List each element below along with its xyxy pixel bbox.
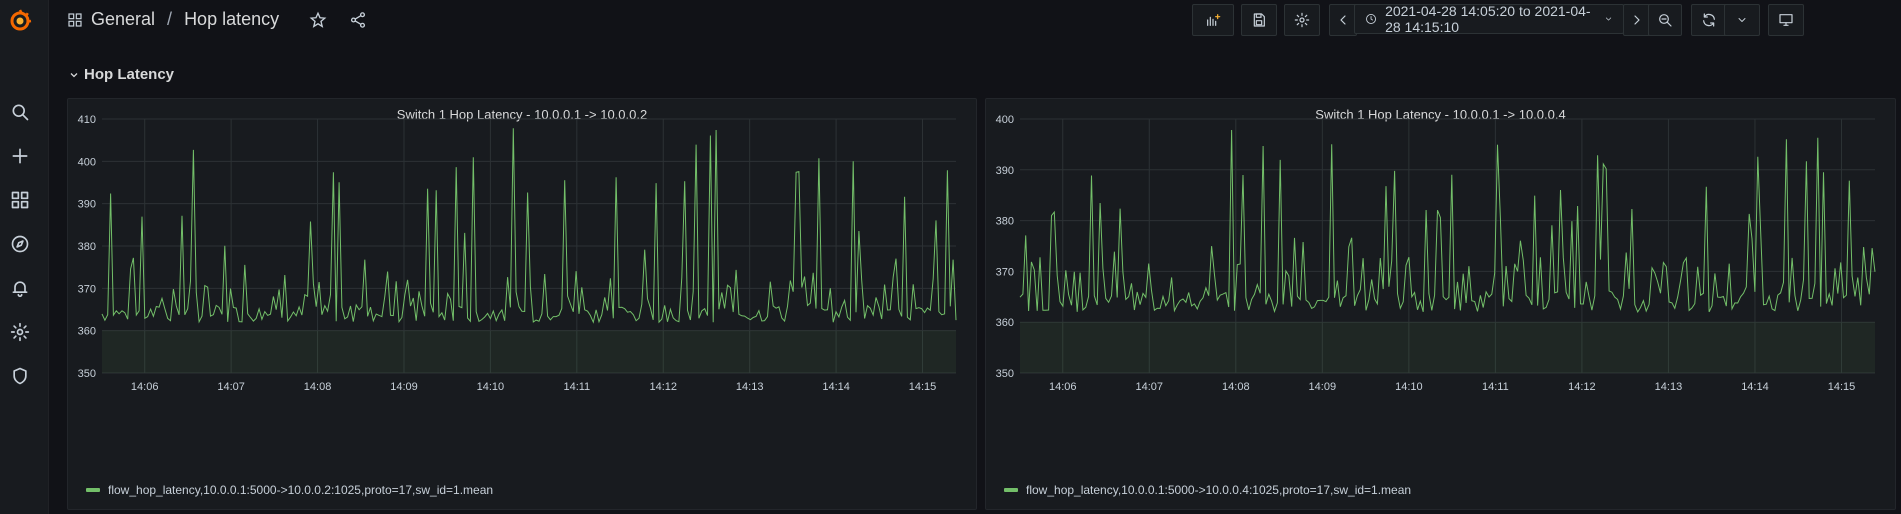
chevron-left-icon: [1340, 15, 1346, 25]
x-tick-label: 14:09: [1309, 381, 1337, 393]
legend-item[interactable]: flow_hop_latency,10.0.0.1:5000->10.0.0.2…: [86, 483, 493, 497]
y-tick-label: 350: [996, 368, 1014, 380]
chevron-down-icon: [70, 72, 78, 77]
zoom-out-button[interactable]: [1648, 4, 1682, 36]
time-range-label: 2021-04-28 14:05:20 to 2021-04-28 14:15:…: [1385, 3, 1591, 35]
y-tick-label: 380: [996, 216, 1014, 228]
legend-color-swatch: [86, 488, 100, 492]
y-tick-label: 360: [996, 317, 1014, 329]
series-area: [1020, 322, 1875, 373]
dashboards-grid-icon: [68, 12, 82, 27]
x-tick-label: 14:10: [477, 381, 505, 393]
time-range-picker[interactable]: 2021-04-28 14:05:20 to 2021-04-28 14:15:…: [1354, 3, 1624, 35]
dashboards-grid-icon[interactable]: [10, 190, 30, 210]
zoom-out-icon: [1659, 14, 1672, 27]
chevron-right-icon: [1634, 15, 1640, 25]
x-tick-label: 14:09: [390, 381, 418, 393]
chevron-down-icon: [1605, 17, 1612, 21]
x-tick-label: 14:14: [1741, 381, 1769, 393]
shield-icon[interactable]: [10, 366, 30, 386]
view-mode-button[interactable]: [1768, 4, 1804, 36]
legend-label: flow_hop_latency,10.0.0.1:5000->10.0.0.2…: [108, 483, 494, 497]
x-tick-label: 14:07: [217, 381, 245, 393]
save-icon: [1253, 13, 1265, 27]
breadcrumb-folder[interactable]: General: [91, 9, 155, 30]
dashboard-title[interactable]: Hop latency: [184, 9, 279, 30]
breadcrumb-separator: /: [167, 9, 173, 29]
x-tick-label: 14:07: [1136, 381, 1164, 393]
share-icon[interactable]: [349, 11, 367, 29]
x-tick-label: 14:10: [1395, 381, 1423, 393]
graph-panel[interactable]: Switch 1 Hop Latency - 10.0.0.1 -> 10.0.…: [985, 98, 1896, 510]
x-tick-label: 14:12: [1568, 381, 1596, 393]
latency-chart: 410 400 390 380 370 360 350 14:06 14:07 14:08 14:0…: [78, 114, 957, 393]
y-tick-label: 390: [78, 199, 96, 211]
time-shift-forward-button[interactable]: [1623, 4, 1651, 36]
star-icon[interactable]: [309, 11, 327, 29]
add-panel-icon: [1207, 14, 1221, 26]
plus-icon[interactable]: [10, 146, 30, 166]
compass-explore-icon[interactable]: [10, 234, 30, 254]
x-tick-label: 14:15: [1828, 381, 1856, 393]
top-navbar: General / Hop latency 2021-04-28 14:05:2…: [49, 0, 1901, 40]
x-tick-label: 14:08: [1222, 381, 1250, 393]
bell-alerting-icon[interactable]: [10, 278, 30, 298]
x-tick-label: 14:11: [563, 381, 590, 393]
latency-chart: 400 390 380 370 360 350 14:06 14:07 14:08 14:09 14…: [996, 114, 1876, 393]
legend-label: flow_hop_latency,10.0.0.1:5000->10.0.0.4…: [1026, 483, 1412, 497]
series-area: [102, 330, 956, 373]
series-line: [101, 128, 957, 324]
y-tick-label: 390: [996, 165, 1014, 177]
y-tick-label: 400: [996, 114, 1014, 126]
search-icon[interactable]: [10, 102, 30, 122]
clock-icon: [1366, 14, 1377, 24]
legend-color-swatch: [1004, 488, 1018, 492]
grafana-logo-icon[interactable]: [8, 9, 32, 33]
save-dashboard-button[interactable]: [1241, 4, 1277, 36]
graph-panel[interactable]: Switch 1 Hop Latency - 10.0.0.1 -> 10.0.…: [67, 98, 977, 510]
monitor-icon: [1779, 14, 1793, 26]
side-menu: [0, 0, 49, 514]
y-tick-label: 350: [78, 368, 96, 380]
x-tick-label: 14:13: [1655, 381, 1683, 393]
row-title: Hop Latency: [84, 66, 175, 83]
add-panel-button[interactable]: [1192, 4, 1234, 36]
chevron-down-icon: [1738, 18, 1746, 22]
x-tick-label: 14:06: [131, 381, 159, 393]
x-tick-label: 14:06: [1049, 381, 1077, 393]
y-tick-label: 380: [78, 241, 96, 253]
legend-item[interactable]: flow_hop_latency,10.0.0.1:5000->10.0.0.4…: [1004, 483, 1411, 497]
row-header[interactable]: Hop Latency: [68, 66, 174, 83]
y-tick-label: 410: [78, 114, 96, 126]
refresh-interval-dropdown[interactable]: [1724, 4, 1760, 36]
y-tick-label: 370: [78, 283, 96, 295]
gear-icon: [1294, 12, 1310, 28]
x-tick-label: 14:15: [909, 381, 937, 393]
y-tick-label: 360: [78, 326, 96, 338]
x-tick-label: 14:13: [736, 381, 764, 393]
refresh-icon: [1703, 13, 1715, 27]
dashboard-settings-button[interactable]: [1284, 4, 1320, 36]
refresh-button[interactable]: [1691, 4, 1727, 36]
y-tick-label: 400: [78, 156, 96, 168]
x-tick-label: 14:14: [822, 381, 850, 393]
breadcrumb: General / Hop latency: [67, 9, 367, 30]
x-tick-label: 14:11: [1482, 381, 1509, 393]
x-tick-label: 14:08: [304, 381, 332, 393]
y-tick-label: 370: [996, 266, 1014, 278]
x-tick-label: 14:12: [649, 381, 677, 393]
time-shift-back-button[interactable]: [1329, 4, 1357, 36]
gear-icon[interactable]: [10, 322, 30, 342]
